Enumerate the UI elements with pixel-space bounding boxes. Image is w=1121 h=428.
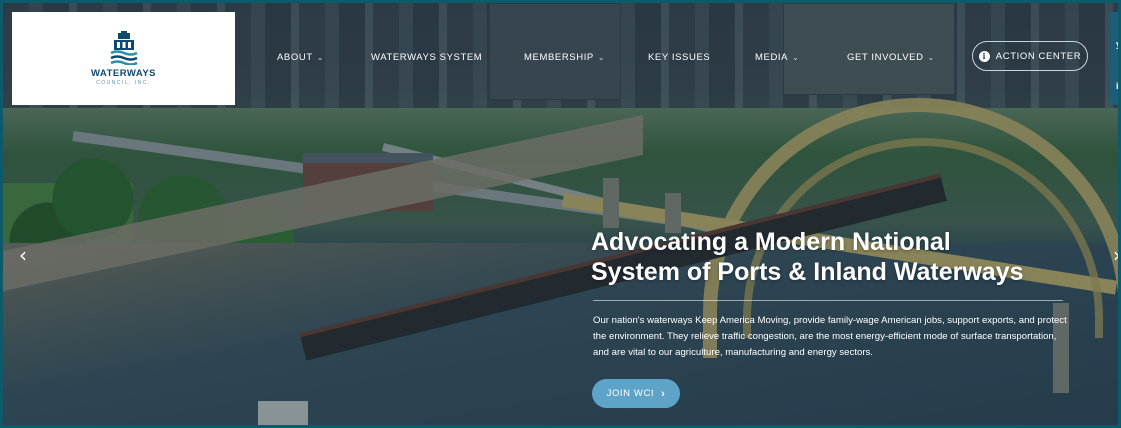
- logo-name: WATERWAYS: [90, 68, 157, 79]
- hero-paragraph: Our nation's waterways Keep America Movi…: [593, 315, 1067, 358]
- join-wci-label: JOIN WCI: [606, 388, 655, 399]
- chevron-down-icon: ⌄: [927, 53, 935, 62]
- action-center-button[interactable]: i ACTION CENTER: [972, 41, 1088, 71]
- chevron-down-icon: ⌄: [792, 53, 800, 62]
- chevron-right-icon: ›: [661, 387, 666, 400]
- divider: [593, 300, 1063, 301]
- side-panel-glyph: i: [1116, 81, 1119, 91]
- nav-item-key-issues[interactable]: KEY ISSUES: [648, 52, 710, 63]
- nav-item-label: WATERWAYS SYSTEM: [371, 52, 483, 63]
- side-panel[interactable]: [1110, 12, 1118, 105]
- nav-item-label: KEY ISSUES: [648, 52, 711, 63]
- nav-item-membership[interactable]: MEMBERSHIP ⌄: [524, 52, 605, 63]
- nav-item-about[interactable]: ABOUT ⌄: [277, 52, 324, 63]
- waterways-logo-icon: [109, 31, 138, 65]
- action-center-label: ACTION CENTER: [995, 50, 1082, 62]
- carousel-next-icon[interactable]: ›: [1113, 243, 1118, 267]
- main-nav: ABOUT ⌄ WATERWAYS SYSTEM MEMBERSHIP ⌄ KEY …: [235, 12, 1115, 105]
- hero-headline-line: System of Ports & Inland Waterways: [591, 258, 1024, 286]
- nav-item-label: ABOUT: [277, 52, 313, 63]
- carousel-prev-icon[interactable]: ‹: [19, 243, 27, 267]
- nav-item-label: MEMBERSHIP: [524, 52, 594, 63]
- logo-subtitle: COUNCIL, INC.: [96, 80, 151, 86]
- nav-item-label: MEDIA: [755, 52, 789, 63]
- chevron-down-icon: ⌄: [316, 53, 325, 62]
- nav-item-label: GET INVOLVED: [847, 52, 924, 63]
- site-logo[interactable]: WATERWAYS COUNCIL, INC.: [12, 12, 235, 105]
- join-wci-button[interactable]: JOIN WCI ›: [592, 379, 680, 408]
- hero-headline: Advocating a Modern National System of P…: [591, 227, 1111, 287]
- nav-item-get-involved[interactable]: GET INVOLVED ⌄: [847, 52, 935, 63]
- page-frame: WATERWAYS COUNCIL, INC. ABOUT ⌄ WATERWAYS…: [0, 0, 1121, 428]
- side-panel-glyph: y: [1116, 39, 1121, 49]
- nav-item-waterways-system[interactable]: WATERWAYS SYSTEM: [371, 52, 482, 63]
- hero-headline-line: Advocating a Modern National: [591, 228, 951, 256]
- nav-item-media[interactable]: MEDIA ⌄: [755, 52, 799, 63]
- info-icon: i: [978, 50, 990, 62]
- chevron-down-icon: ⌄: [597, 53, 606, 62]
